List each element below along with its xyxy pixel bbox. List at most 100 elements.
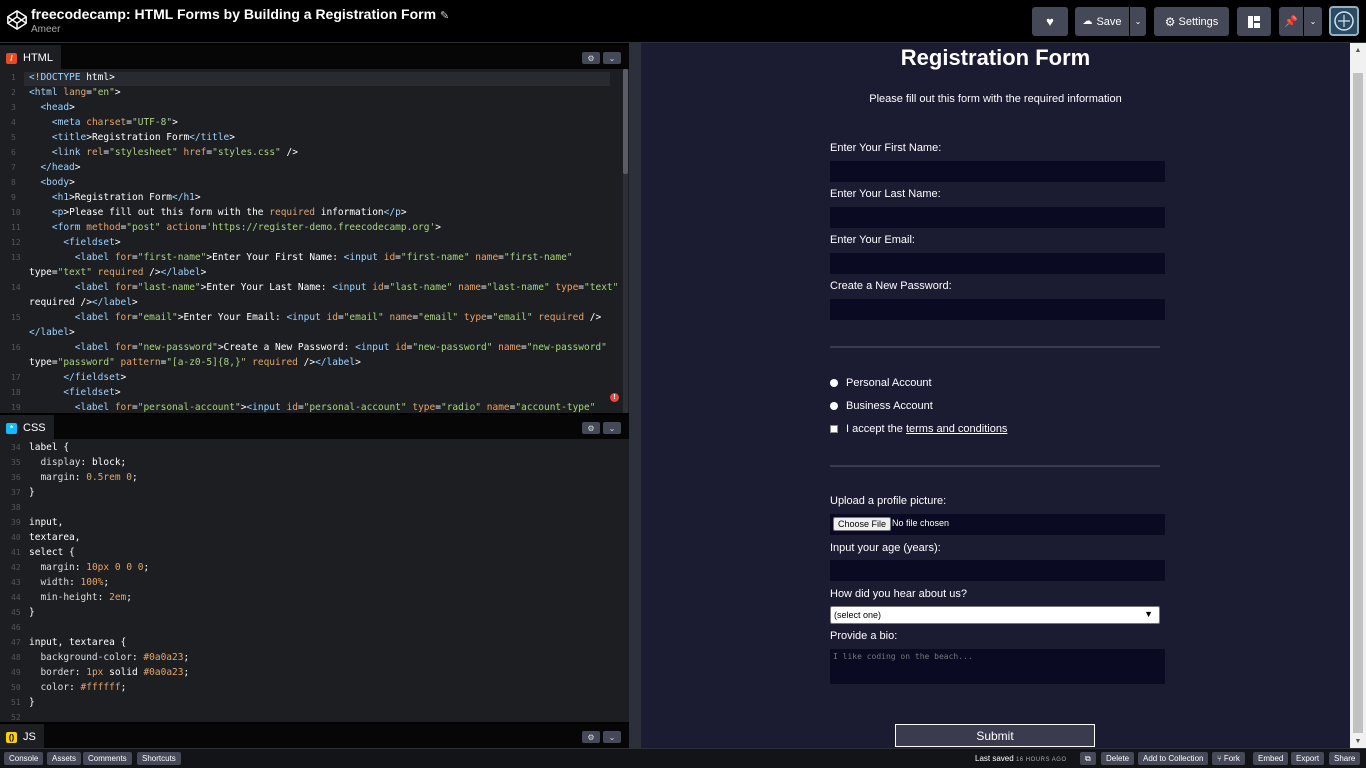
pin-icon: 📌 [1284,16,1298,28]
html-editor-scrollbar[interactable] [623,69,628,413]
export-button[interactable]: Export [1291,752,1325,765]
line-number: 19 [11,403,21,412]
choose-file-button[interactable]: Choose File [833,517,892,531]
bio-textarea[interactable]: I like coding on the beach... [830,649,1165,684]
save-options-dropdown[interactable]: ⌄ [1130,7,1146,36]
edit-pencil-icon[interactable]: ✎ [440,10,449,22]
css-settings-button[interactable]: ⚙ [582,422,600,434]
js-tab[interactable]: () JS [0,724,44,748]
code-line: <fieldset> [63,387,121,398]
open-external-button[interactable]: ⧉ [1080,752,1096,765]
line-number: 17 [11,373,21,382]
email-label: Enter Your Email: [830,234,915,246]
css-icon: * [6,422,17,434]
code-line: width: 100%; [40,577,110,588]
code-line: <!DOCTYPE html> [29,72,115,83]
terms-link[interactable]: terms and conditions [906,423,1008,435]
add-to-collection-button[interactable]: Add to Collection [1138,752,1209,765]
avatar-emblem-icon [1334,11,1354,31]
line-number: 16 [11,343,21,352]
submit-button[interactable]: Submit [895,724,1095,747]
comments-button[interactable]: Comments [83,752,132,765]
fork-button[interactable]: ⑂ Fork [1212,752,1245,765]
preview-scrollbar[interactable]: ▲ ▼ [1350,43,1366,748]
js-collapse-button[interactable]: ⌄ [603,731,621,743]
code-line: <fieldset> [63,237,121,248]
gear-icon: ⚙ [587,423,595,433]
line-number: 39 [11,518,21,527]
code-line: <label for="first-name">Enter Your First… [74,252,573,263]
scrollbar-thumb[interactable] [1353,73,1363,733]
pen-title[interactable]: freecodecamp: HTML Forms by Building a R… [31,6,449,22]
password-input[interactable] [830,299,1165,320]
fieldset-divider [830,465,1160,467]
html-collapse-button[interactable]: ⌄ [603,52,621,64]
form-heading: Registration Form [900,45,1091,70]
age-label: Input your age (years): [830,542,941,554]
chevron-down-icon: ⌄ [608,732,616,742]
code-line: <body> [40,177,75,188]
terms-prefix: I accept the [846,423,903,435]
first-name-input[interactable] [830,161,1165,182]
editor-resize-handle[interactable] [629,43,641,748]
personal-account-label: Personal Account [846,377,932,389]
css-editor[interactable]: 34 label {35 display: block; 36 margin: 0.… [0,439,629,722]
age-input[interactable] [830,560,1165,581]
last-saved-status: Last saved 16 HOURS AGO [975,754,1067,763]
personal-account-radio[interactable] [830,379,838,387]
upload-label: Upload a profile picture: [830,495,947,507]
save-label: Save [1096,15,1122,28]
console-button[interactable]: Console [4,752,44,765]
file-status-text: No file chosen [892,518,950,528]
line-number: 35 [11,458,21,467]
cloud-icon: ☁ [1082,16,1093,27]
scroll-up-icon[interactable]: ▲ [1350,43,1366,57]
js-settings-button[interactable]: ⚙ [582,731,600,743]
pin-button[interactable]: 📌 [1279,7,1303,36]
css-tab[interactable]: * CSS [0,415,54,439]
code-line: type="text" required /></label> [29,267,207,278]
user-avatar[interactable] [1329,6,1359,36]
business-account-radio[interactable] [830,402,838,410]
pin-options-dropdown[interactable]: ⌄ [1304,7,1322,36]
line-number: 5 [11,133,16,142]
email-input[interactable] [830,253,1165,274]
referrer-select[interactable]: (select one) ▼ [830,606,1160,624]
code-line: display: block; [40,457,127,468]
codepen-logo-icon[interactable] [6,9,28,31]
css-collapse-button[interactable]: ⌄ [603,422,621,434]
code-line: <label for="personal-account"><input id=… [74,402,596,413]
shortcuts-button[interactable]: Shortcuts [137,752,181,765]
error-indicator-icon[interactable]: ! [610,393,619,402]
author-name[interactable]: Ameer [31,24,60,35]
line-number: 50 [11,683,21,692]
save-button[interactable]: ☁ Save [1075,7,1129,36]
like-button[interactable]: ♥ [1032,7,1068,36]
assets-button[interactable]: Assets [47,752,82,765]
code-line: <link rel="stylesheet" href="styles.css"… [51,147,298,158]
html-tab[interactable]: / HTML [0,45,61,69]
change-view-button[interactable] [1237,7,1271,36]
html-editor[interactable]: 1 <!DOCTYPE html> 2 <html lang="en"> 3 <head… [0,69,629,413]
password-label: Create a New Password: [830,280,952,292]
code-line: border: 1px solid #0a0a23; [40,667,190,678]
html-settings-button[interactable]: ⚙ [582,52,600,64]
settings-button[interactable]: ⚙ Settings [1154,7,1229,36]
code-line: <meta charset="UTF-8"> [51,117,178,128]
css-editor-gutter-right [607,439,629,722]
line-number: 46 [11,623,21,632]
line-number: 48 [11,653,21,662]
embed-button[interactable]: Embed [1253,752,1289,765]
code-line: <html lang="en"> [29,87,121,98]
line-number: 51 [11,698,21,707]
code-line: <title>Registration Form</title> [51,132,235,143]
last-name-input[interactable] [830,207,1165,228]
bio-label: Provide a bio: [830,630,898,642]
delete-button[interactable]: Delete [1101,752,1135,765]
scroll-down-icon[interactable]: ▼ [1350,734,1366,748]
heart-icon: ♥ [1046,14,1054,29]
share-button[interactable]: Share [1329,752,1361,765]
line-number: 10 [11,208,21,217]
terms-checkbox[interactable] [830,425,838,433]
code-line: select { [29,547,75,558]
